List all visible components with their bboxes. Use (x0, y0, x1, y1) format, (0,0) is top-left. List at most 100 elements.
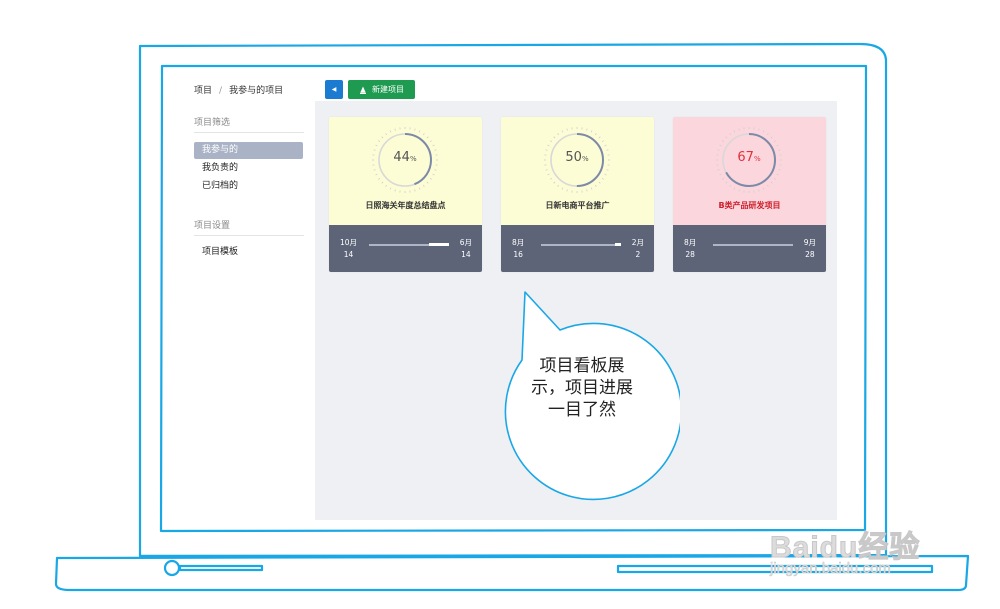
ring-tick (719, 173, 722, 176)
breadcrumb-current: 我参与的项目 (229, 86, 284, 96)
ring-tick (586, 189, 588, 192)
ring-tick (590, 130, 593, 133)
project-title: 日照海关年度总结盘点 (365, 201, 446, 210)
ring-tick (601, 177, 604, 180)
timeline-fill (429, 243, 449, 246)
ring-tick (598, 136, 601, 139)
ring-tick (733, 130, 736, 133)
ring-tick (375, 144, 378, 147)
ring-tick (422, 184, 425, 187)
ring-tick (719, 144, 722, 147)
project-title: B类产品研发项目 (718, 201, 781, 210)
ring-tick (566, 128, 568, 131)
ring-tick (601, 140, 604, 143)
ring-tick (722, 140, 725, 143)
card-timeline: 8月 28 9月 28 (673, 225, 826, 272)
ring-tick (604, 144, 607, 147)
card-timeline: 10月 14 6月 14 (329, 225, 482, 272)
ring-tick (590, 187, 593, 190)
ring-tick (770, 181, 773, 184)
ring-tick (373, 169, 376, 171)
ring-tick (566, 189, 568, 192)
ring-tick (426, 181, 429, 184)
ring-tick (776, 144, 779, 147)
ring-tick (414, 128, 416, 131)
sidebar-item-templates[interactable]: 项目模板 (194, 244, 303, 261)
ring-tick (547, 144, 550, 147)
ring-tick (738, 189, 740, 192)
ring-tick (770, 136, 773, 139)
sidebar-item-responsible[interactable]: 我负责的 (194, 160, 303, 177)
settings-section-title: 项目设置 (194, 221, 231, 231)
watermark-url: jingyan.baidu.com (770, 560, 891, 578)
sidebar-item-label: 项目模板 (202, 247, 239, 257)
ring-tick (389, 130, 392, 133)
project-card[interactable]: 44% 日照海关年度总结盘点 10月 14 6月 14 (329, 117, 482, 272)
ring-tick (422, 133, 425, 136)
ring-tick (545, 169, 548, 171)
ring-tick (598, 181, 601, 184)
bubble-text: 项目看板展 示，项目进展 一目了然 (531, 356, 633, 420)
ring-tick (429, 177, 432, 180)
baidu-watermark: Baidu经验 jingyan.baidu.com (769, 522, 970, 582)
ring-tick (557, 184, 560, 187)
ring-tick (758, 189, 760, 192)
timeline-fill (614, 243, 621, 246)
back-button[interactable]: ◀ (325, 80, 343, 99)
ring-tick (394, 189, 396, 192)
ring-tick (432, 144, 435, 147)
start-date: 8月 16 (512, 238, 525, 259)
new-project-button[interactable]: 新建项目 (348, 80, 415, 99)
card-header: 50% 日新电商平台推广 (501, 117, 654, 225)
ring-tick (434, 169, 437, 171)
ring-tick (722, 177, 725, 180)
start-date: 10月 14 (340, 238, 358, 259)
ring-tick (553, 181, 556, 184)
sidebar-item-participating[interactable]: 我参与的 (194, 142, 303, 159)
ring-tick (733, 187, 736, 190)
card-timeline: 8月 16 2月 2 (501, 225, 654, 272)
ring-tick (773, 140, 776, 143)
ring-tick (778, 169, 781, 171)
breadcrumb-root[interactable]: 项目 (194, 86, 212, 96)
sidebar-item-label: 已归档的 (202, 181, 239, 191)
sidebar-item-archived[interactable]: 已归档的 (194, 178, 303, 195)
progress-percent: 44% (393, 150, 417, 165)
breadcrumb-separator: / (219, 86, 223, 96)
ring-tick (738, 128, 740, 131)
ring-tick (378, 140, 381, 143)
ring-tick (717, 169, 720, 171)
ring-tick (553, 136, 556, 139)
breadcrumb: 项目 / 我参与的项目 (194, 83, 283, 96)
ring-tick (432, 173, 435, 176)
card-header: 67% B类产品研发项目 (673, 117, 826, 225)
ring-tick (561, 187, 564, 190)
ring-tick (758, 128, 760, 131)
ring-tick (729, 184, 732, 187)
ring-tick (762, 187, 765, 190)
ring-tick (378, 177, 381, 180)
ring-tick (586, 128, 588, 131)
ring-tick (604, 173, 607, 176)
end-date: 6月 14 (459, 238, 472, 259)
ring-tick (766, 133, 769, 136)
end-date: 2月 2 (631, 238, 644, 259)
ring-tick (385, 184, 388, 187)
ring-tick (766, 184, 769, 187)
project-card[interactable]: 50% 日新电商平台推广 8月 16 2月 2 (501, 117, 654, 272)
ring-tick (381, 136, 384, 139)
ring-tick (594, 184, 597, 187)
project-card[interactable]: 67% B类产品研发项目 8月 28 9月 28 (673, 117, 826, 272)
caret-left-icon: ◀ (331, 86, 337, 93)
ring-tick (381, 181, 384, 184)
ring-tick (725, 181, 728, 184)
divider (194, 235, 304, 236)
ring-tick (550, 140, 553, 143)
ring-tick (606, 169, 609, 171)
card-header: 44% 日照海关年度总结盘点 (329, 117, 482, 225)
ring-tick (725, 136, 728, 139)
project-title: 日新电商平台推广 (545, 201, 610, 210)
ring-tick (557, 133, 560, 136)
ring-tick (418, 187, 421, 190)
divider (194, 132, 304, 133)
